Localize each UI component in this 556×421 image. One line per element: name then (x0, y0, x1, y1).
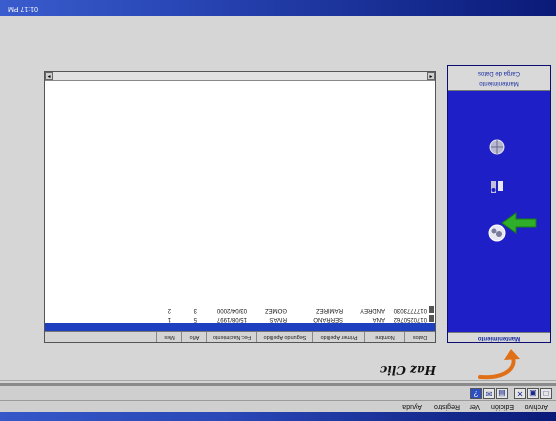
cell-anio: 3 (193, 307, 197, 313)
new-record-icon[interactable]: □ (540, 388, 552, 399)
cell-anio: 5 (193, 316, 197, 322)
globe-icon[interactable] (488, 138, 506, 156)
cell-mes: 1 (167, 316, 171, 322)
tab-segundo-apellido[interactable]: Segundo Apellido (256, 332, 313, 342)
cell-nombre: ANDREY (359, 307, 385, 313)
print-icon[interactable]: ▤ (496, 388, 508, 399)
title-bar (0, 412, 556, 421)
cell-nombre: ANA (372, 316, 385, 322)
cell-segundo-apellido: RIVAS (269, 316, 287, 322)
panel-footer: Mantenimiento Carga de Datos (448, 66, 550, 91)
menu-item-registro[interactable]: Registro (434, 402, 460, 411)
tab-anio[interactable]: Año (181, 332, 207, 342)
tab-primer-apellido[interactable]: Primer Apellido (312, 332, 365, 342)
cell-fec-nacimiento: 15/08/1997 (216, 316, 247, 322)
email-icon[interactable]: ✉ (483, 388, 495, 399)
grid-column-tabs: Datos Nombre Primer Apellido Segundo Ape… (45, 331, 435, 342)
cell-mes: 2 (167, 307, 171, 313)
panel-footer-subtitle[interactable]: Carga de Datos (448, 68, 550, 78)
cell-fec-nacimiento: 03/04/2000 (216, 307, 247, 313)
tab-fec-nacimiento[interactable]: Fec.Nacimiento (206, 332, 257, 342)
menu-item-archivo[interactable]: Archivo (525, 402, 548, 411)
selected-row-highlight[interactable] (45, 323, 435, 331)
table-row[interactable]: 0177773030 ANDREY RAMIREZ GOMEZ 03/04/20… (45, 305, 435, 314)
reports-icon[interactable] (488, 178, 506, 196)
panel-header: Mantenimiento (448, 332, 550, 342)
cell-primer-apellido: RAMIREZ (316, 307, 343, 313)
tab-datos[interactable]: Datos (404, 332, 435, 342)
scroll-right-icon[interactable]: ▸ (45, 72, 53, 80)
row-marker (429, 306, 434, 313)
taskbar: 01:17 PM (0, 0, 556, 16)
green-arrow-icon (501, 212, 537, 234)
tab-nombre[interactable]: Nombre (364, 332, 405, 342)
scroll-left-icon[interactable]: ◂ (427, 72, 435, 80)
row-marker (429, 315, 434, 322)
data-grid-window: Datos Nombre Primer Apellido Segundo Ape… (44, 71, 436, 343)
clock-text: 01:17 PM (8, 5, 38, 12)
delete-icon[interactable]: ✕ (514, 388, 526, 399)
navigation-panel: Mantenimiento Mantenimiento Carga de Dat… (447, 65, 551, 343)
cell-segundo-apellido: GOMEZ (265, 307, 287, 313)
menu-item-ver[interactable]: Ver (469, 402, 480, 411)
cell-id: 0177773030 (393, 307, 427, 313)
cell-primer-apellido: SERRANO (313, 316, 343, 322)
save-icon[interactable]: ▣ (527, 388, 539, 399)
menu-bar: Archivo Edición Ver Registro Ayuda (0, 400, 556, 412)
click-hint-text: Haz Clic (379, 363, 436, 377)
toolbar: □ ▣ ✕ ▤ ✉ ? (0, 385, 556, 400)
table-row[interactable]: 0170250762 ANA SERRANO RIVAS 15/08/1997 … (45, 314, 435, 323)
toolbar-separator (0, 383, 556, 385)
horizontal-scrollbar[interactable]: ◂ ▸ (45, 72, 435, 81)
cell-id: 0170250762 (393, 316, 427, 322)
application-window: Archivo Edición Ver Registro Ayuda □ ▣ ✕… (0, 0, 556, 421)
panel-footer-title[interactable]: Mantenimiento (448, 78, 550, 88)
curved-arrow-icon (478, 349, 520, 380)
help-icon[interactable]: ? (470, 388, 482, 399)
menu-item-ayuda[interactable]: Ayuda (402, 402, 422, 411)
tab-mes[interactable]: Mes (156, 332, 182, 342)
menu-item-edicion[interactable]: Edición (491, 402, 514, 411)
